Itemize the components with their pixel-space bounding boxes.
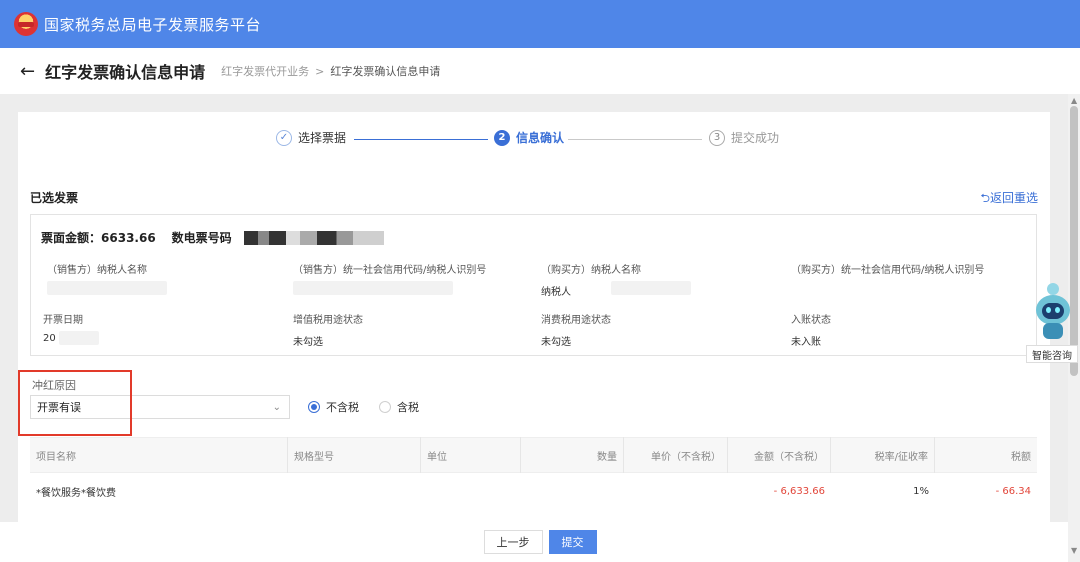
chevron-down-icon: ⌄	[272, 401, 281, 413]
redacted-issue-date	[59, 331, 99, 345]
col-spec: 规格型号	[288, 437, 421, 473]
consumption-tax-usage-label: 消费税用途状态	[541, 315, 611, 326]
step-label: 提交成功	[731, 131, 780, 145]
robot-icon	[1034, 283, 1072, 339]
vat-usage-label: 增值税用途状态	[293, 315, 363, 326]
app-title: 国家税务总局电子发票服务平台	[44, 15, 262, 34]
cell-tax-rate: 1%	[913, 485, 929, 497]
redacted-invoice-number	[243, 230, 384, 245]
breadcrumb-item-current: 红字发票确认信息申请	[330, 65, 441, 78]
scroll-up-icon[interactable]: ▲	[1071, 96, 1077, 105]
table-row: *餐饮服务*餐饮费 - 6,633.66 1% - 66.34	[30, 473, 1037, 509]
amount-label: 票面金额：	[41, 231, 102, 245]
cell-tax-amount: - 66.34	[995, 485, 1031, 497]
prev-step-button[interactable]: 上一步	[483, 530, 543, 554]
vat-usage-value: 未勾选	[293, 337, 323, 348]
radio-label: 含税	[397, 401, 419, 414]
consumption-tax-usage-value: 未勾选	[541, 337, 571, 348]
submit-button[interactable]: 提交	[548, 530, 597, 554]
step-done-icon: ✓	[276, 129, 292, 146]
invoice-number-label: 数电票号码	[171, 231, 232, 245]
breadcrumb-separator: >	[315, 64, 325, 78]
section-title: 已选发票	[30, 191, 79, 205]
entry-status-value: 未入账	[791, 337, 821, 348]
step-label: 信息确认	[516, 131, 565, 145]
col-tax-amount: 税额	[1011, 451, 1031, 463]
cell-amount: - 6,633.66	[773, 485, 825, 497]
col-unit: 单位	[421, 437, 521, 473]
step-connector	[568, 139, 702, 140]
step-submit-success: 3 提交成功	[709, 129, 779, 146]
page-header: ← 红字发票确认信息申请 红字发票代开业务 > 红字发票确认信息申请	[0, 48, 1080, 94]
footer-bar: 上一步 提交	[0, 522, 1080, 562]
items-table: 项目名称 规格型号 单位 数量 单价（不含税） 金额（不含税） 税率/征收率 税…	[30, 437, 1037, 509]
redacted-seller-taxid	[293, 281, 453, 295]
buyer-taxid-label: （购买方）统一社会信用代码/纳税人识别号	[791, 265, 985, 276]
col-unit-price: 单价（不含税）	[624, 437, 728, 473]
main-card: ✓ 选择票据 2 信息确认 3 提交成功 已选发票 ⮌返回重选 票面金额： 66…	[18, 112, 1050, 522]
step-number: 2	[494, 129, 510, 146]
stepper: ✓ 选择票据 2 信息确认 3 提交成功	[18, 129, 1050, 151]
seller-taxid-label: （销售方）统一社会信用代码/纳税人识别号	[293, 265, 487, 276]
cell-item-name: *餐饮服务*餐饮费	[36, 487, 116, 499]
invoice-summary: 票面金额： 6633.66 数电票号码 （销售方）纳税人名称 （销售方）统一社会…	[30, 214, 1037, 356]
radio-label: 不含税	[326, 401, 359, 414]
buyer-name-label: （购买方）纳税人名称	[541, 265, 641, 276]
radio-selected-icon	[308, 401, 320, 413]
radio-unselected-icon	[379, 401, 391, 413]
radio-excl-tax[interactable]: 不含税	[308, 399, 359, 415]
col-amount: 金额（不含税）	[728, 437, 831, 473]
step-select-invoice: ✓ 选择票据	[276, 129, 346, 146]
back-arrow-icon[interactable]: ←	[20, 61, 35, 82]
step-connector	[354, 139, 488, 140]
issue-date-label: 开票日期	[43, 315, 83, 326]
step-label: 选择票据	[298, 131, 347, 145]
page-title: 红字发票确认信息申请	[45, 63, 206, 82]
col-item-name: 项目名称	[30, 437, 288, 473]
col-quantity: 数量	[521, 437, 624, 473]
col-tax-rate: 税率/征收率	[831, 437, 935, 473]
scroll-down-icon[interactable]: ▼	[1071, 546, 1077, 555]
smart-assistant-widget[interactable]: 智能咨询	[1026, 283, 1078, 363]
breadcrumb-item-parent[interactable]: 红字发票代开业务	[221, 63, 309, 79]
seller-name-label: （销售方）纳税人名称	[47, 265, 147, 276]
amount-line: 票面金额： 6633.66 数电票号码	[41, 229, 384, 246]
table-header: 项目名称 规格型号 单位 数量 单价（不含税） 金额（不含税） 税率/征收率 税…	[30, 437, 1037, 473]
step-number: 3	[709, 129, 725, 146]
entry-status-label: 入账状态	[791, 315, 831, 326]
highlight-box	[18, 370, 132, 436]
step-confirm-info: 2 信息确认	[494, 129, 564, 146]
return-reselect-link[interactable]: ⮌返回重选	[980, 189, 1038, 210]
top-bar: 国家税务总局电子发票服务平台	[0, 0, 1080, 48]
radio-incl-tax[interactable]: 含税	[379, 399, 419, 415]
buyer-name-value: 纳税人	[541, 287, 571, 298]
tax-mode-radio-group: 不含税 含税	[308, 399, 439, 415]
issue-date-value: 20	[43, 333, 56, 344]
redacted-buyer-name	[611, 281, 691, 295]
tax-emblem-icon	[14, 12, 38, 36]
assistant-label: 智能咨询	[1026, 345, 1078, 363]
amount-value: 6633.66	[101, 230, 156, 245]
redacted-seller-name	[47, 281, 167, 295]
